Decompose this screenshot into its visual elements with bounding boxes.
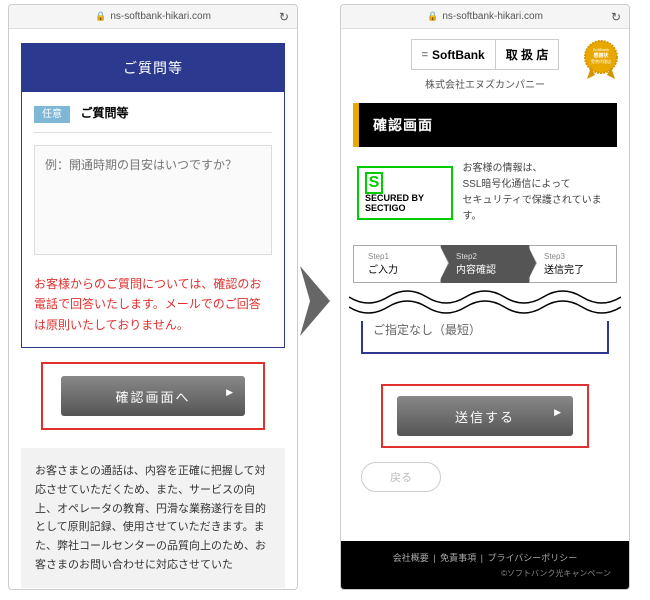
footer-link-about[interactable]: 会社概要 [393,553,429,563]
bars-icon: = [422,49,428,61]
review-value: ご指定なし（最短） [361,321,609,354]
right-content: = SoftBank 取 扱 店 株式会社エヌズカンパニー SoftBank 感… [341,29,629,589]
footer-links: 会社概要 | 免責事項 | プライバシーポリシー [349,551,621,564]
step-indicator: Step1ご入力 Step2内容確認 Step3送信完了 [353,245,617,283]
form-title: ご質問等 [22,44,284,92]
address-bar: 🔒 ns-softbank-hikari.com ↻ [341,5,629,29]
sectigo-top: SECURED BY [365,193,424,203]
question-textarea[interactable] [34,145,272,255]
company-name: 株式会社エヌズカンパニー [353,76,617,91]
lock-icon: 🔒 [95,11,106,22]
footer-link-disclaimer[interactable]: 免責事項 [440,553,476,563]
step-1: Step1ご入力 [353,245,441,283]
submit-button-highlight: 送信する [381,384,589,448]
brand-header: = SoftBank 取 扱 店 株式会社エヌズカンパニー SoftBank 感… [341,29,629,97]
field-label: ご質問等 [80,106,128,120]
sectigo-s-icon: S [365,172,383,194]
footer-copyright: ©ソフトバンク光キャンペーン [349,568,621,579]
step-2: Step2内容確認 [441,245,529,283]
red-warning: お客様からのご質問については、確認のお電話で回答いたします。メールでのご回答は原… [34,274,272,335]
refresh-icon[interactable]: ↻ [611,10,621,24]
sectigo-name: SECTIGO [365,203,406,213]
security-note: お客様の情報は、 SSL暗号化通信によって セキュリティで保護されています。 [463,161,614,225]
award-seal-icon: SoftBank 感謝状 受賞代理店 [579,37,623,81]
brand-logo-row: = SoftBank 取 扱 店 [411,39,560,70]
svg-text:SoftBank: SoftBank [593,47,609,52]
tear-divider-icon [349,289,621,321]
sectigo-badge: S SECURED BY SECTIGO [357,166,453,219]
arrow-icon [300,266,340,336]
svg-text:感謝状: 感謝状 [593,52,609,59]
address-bar: 🔒 ns-softbank-hikari.com ↻ [9,5,297,29]
question-form: ご質問等 任意 ご質問等 お客様からのご質問については、確認のお電話で回答いたし… [21,43,285,348]
confirm-button[interactable]: 確認画面へ [61,376,245,416]
url-text: ns-softbank-hikari.com [442,11,543,22]
url-text: ns-softbank-hikari.com [110,11,211,22]
brand-text: SoftBank [432,48,485,62]
lock-icon: 🔒 [427,11,438,22]
confirm-heading: 確認画面 [353,103,617,147]
svg-text:受賞代理店: 受賞代理店 [591,58,611,64]
submit-button[interactable]: 送信する [397,396,573,436]
call-disclaimer: お客さまとの通話は、内容を正確に把握して対応させていただくため、また、サービスの… [21,448,285,588]
footer: 会社概要 | 免責事項 | プライバシーポリシー ©ソフトバンク光キャンペーン [341,541,629,589]
phone-left: 🔒 ns-softbank-hikari.com ↻ ご質問等 任意 ご質問等 … [8,4,298,590]
shop-label: 取 扱 店 [496,40,559,69]
step-3: Step3送信完了 [529,245,617,283]
footer-link-privacy[interactable]: プライバシーポリシー [487,553,577,563]
back-button[interactable]: 戻る [361,462,441,492]
field-header: 任意 ご質問等 [34,104,272,133]
security-row: S SECURED BY SECTIGO お客様の情報は、 SSL暗号化通信によ… [341,147,629,239]
softbank-logo: = SoftBank [412,40,496,69]
phone-right: 🔒 ns-softbank-hikari.com ↻ = SoftBank 取 … [340,4,630,590]
optional-badge: 任意 [34,106,70,123]
confirm-button-highlight: 確認画面へ [41,362,265,430]
left-content: ご質問等 任意 ご質問等 お客様からのご質問については、確認のお電話で回答いたし… [9,29,297,589]
refresh-icon[interactable]: ↻ [279,10,289,24]
